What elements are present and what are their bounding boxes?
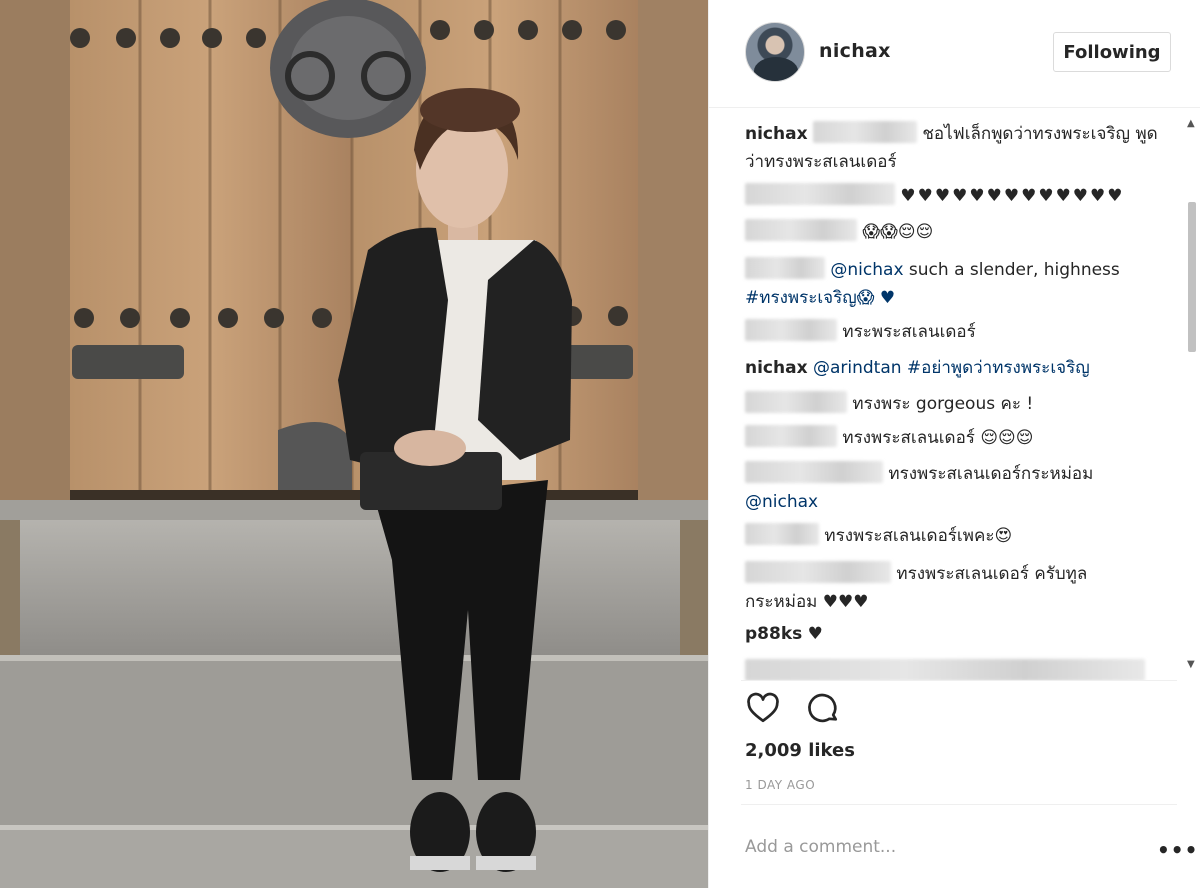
comment-mention[interactable]: @arindtan #อย่าพูดว่าทรงพระเจริญ (813, 358, 1090, 378)
redacted-username (745, 219, 857, 241)
comment-item (745, 658, 1165, 680)
comment-username[interactable]: p88ks (745, 624, 802, 644)
scroll-down-arrow-icon[interactable]: ▼ (1187, 659, 1195, 670)
redacted-username (745, 461, 883, 483)
divider (741, 680, 1177, 681)
comment-mention[interactable]: @nichax (745, 492, 818, 512)
comment-item: nichax @arindtan #อย่าพูดว่าทรงพระเจริญ (745, 354, 1165, 382)
scroll-up-arrow-icon[interactable]: ▲ (1187, 118, 1195, 129)
comment-text: ทรงพระ gorgeous คะ ! (852, 394, 1034, 414)
redacted-username (745, 523, 819, 545)
comment-text: ทรงพระสเลนเดอร์เพคะ😍 (824, 526, 1013, 546)
comment-item: ทรงพระ gorgeous คะ ! (745, 390, 1165, 418)
comment-mention[interactable]: @nichax (830, 260, 903, 280)
post-side-panel: nichax Following nichax ชอไฟเล็กพูดว่าทร… (708, 0, 1200, 888)
comment-text: ทรงพระสเลนเดอร์ ครับทูล (896, 564, 1088, 584)
comment-text: ♥♥♥♥♥♥♥♥♥♥♥♥♥ (900, 186, 1125, 206)
add-comment-input[interactable] (745, 832, 1125, 862)
redacted-comment (745, 659, 1145, 680)
divider (741, 804, 1177, 805)
scrollbar-thumb[interactable] (1188, 202, 1196, 352)
comment-username[interactable]: nichax (745, 358, 808, 378)
likes-count[interactable]: 2,009 likes (745, 740, 855, 761)
post-photo (0, 0, 708, 888)
comment-text: such a slender, highness (908, 260, 1120, 280)
comment-item: @nichax such a slender, highness #ทรงพระ… (745, 256, 1165, 312)
comments-list: nichax ชอไฟเล็กพูดว่าทรงพระเจริญ พูดว่าท… (709, 110, 1200, 680)
more-horizontal-icon[interactable]: ••• (1157, 838, 1198, 862)
post-header: nichax Following (709, 0, 1200, 108)
comment-text: ทรงพระสเลนเดอร์ 😌😌😌 (842, 428, 1034, 448)
comment-bubble-icon[interactable] (805, 690, 841, 726)
redacted-username (745, 319, 837, 341)
comment-username[interactable]: nichax (745, 124, 808, 144)
following-button[interactable]: Following (1053, 32, 1171, 72)
comment-item: p88ks ♥ (745, 620, 1165, 648)
heart-outline-icon[interactable] (745, 690, 781, 726)
comment-text: ทระพระสเลนเดอร์ (842, 322, 976, 342)
comment-text: ♥ (807, 624, 823, 644)
post-image (0, 0, 708, 888)
comment-text: 😱😱😌😌 (862, 222, 934, 242)
comment-text-line2: กระหม่อม ♥♥♥ (745, 592, 869, 612)
redacted-username (745, 391, 847, 413)
comments-scrollbar[interactable]: ▲ ▼ (1185, 118, 1199, 670)
comment-item: ทรงพระสเลนเดอร์กระหม่อม @nichax (745, 460, 1165, 516)
redacted-username (745, 183, 895, 205)
comment-hashtag[interactable]: #ทรงพระเจริญ😱 ♥ (745, 288, 895, 308)
comment-item: 😱😱😌😌 (745, 218, 1165, 246)
comment-item: ทรงพระสเลนเดอร์ 😌😌😌 (745, 424, 1165, 452)
comment-item: ทระพระสเลนเดอร์ (745, 318, 1165, 346)
redacted-username (745, 257, 825, 279)
redacted-username (812, 121, 917, 143)
redacted-username (745, 425, 837, 447)
post-username[interactable]: nichax (819, 40, 891, 62)
post-timestamp: 1 DAY AGO (745, 778, 816, 792)
comment-item: ทรงพระสเลนเดอร์ ครับทูล กระหม่อม ♥♥♥ (745, 560, 1165, 616)
user-avatar[interactable] (745, 22, 805, 82)
comment-item: nichax ชอไฟเล็กพูดว่าทรงพระเจริญ พูดว่าท… (745, 120, 1165, 176)
comment-item: ♥♥♥♥♥♥♥♥♥♥♥♥♥ (745, 182, 1165, 210)
redacted-username (745, 561, 891, 583)
comment-text: ทรงพระสเลนเดอร์กระหม่อม (888, 464, 1094, 484)
comment-item: ทรงพระสเลนเดอร์เพคะ😍 (745, 522, 1165, 550)
